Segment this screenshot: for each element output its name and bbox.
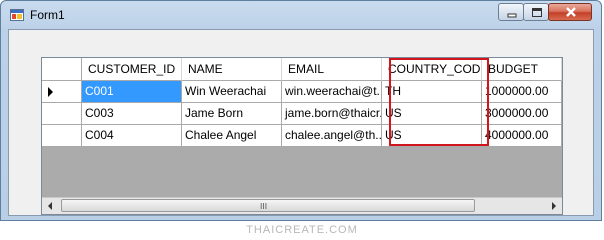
country-code-highlight-box [389, 58, 489, 146]
scrollbar-grip: III [260, 202, 268, 211]
cell-email[interactable]: chalee.angel@th... [282, 125, 382, 147]
scrollbar-thumb[interactable]: III [61, 199, 475, 212]
cell-name[interactable]: Jame Born [182, 103, 282, 125]
data-grid[interactable]: CUSTOMER_ID NAME EMAIL COUNTRY_CODE BUDG… [41, 57, 563, 215]
cell-customer-id[interactable]: C003 [82, 103, 182, 125]
row-header[interactable] [42, 103, 82, 125]
close-icon [566, 7, 576, 17]
grid-corner-header[interactable] [42, 58, 82, 81]
cell-customer-id[interactable]: C001 [82, 81, 182, 103]
scroll-left-icon [48, 202, 52, 210]
current-row-arrow-icon [48, 87, 53, 97]
row-header[interactable] [42, 125, 82, 147]
cell-name[interactable]: Win Weerachai [182, 81, 282, 103]
form-window: Form1 CUSTOMER_ID NAME EMAIL COUNTRY_COD… [0, 0, 602, 221]
cell-budget[interactable]: 4000000.00 [482, 125, 562, 147]
minimize-icon [507, 13, 517, 18]
title-bar[interactable]: Form1 [1, 1, 601, 29]
cell-budget[interactable]: 3000000.00 [482, 103, 562, 125]
form-client-area: CUSTOMER_ID NAME EMAIL COUNTRY_CODE BUDG… [8, 29, 594, 216]
scroll-right-button[interactable] [545, 198, 562, 214]
maximize-icon [532, 8, 542, 17]
watermark-text: THAICREATE.COM [246, 224, 358, 236]
cell-customer-id[interactable]: C004 [82, 125, 182, 147]
column-header-customer-id[interactable]: CUSTOMER_ID [82, 58, 182, 81]
cell-budget[interactable]: 1000000.00 [482, 81, 562, 103]
minimize-button[interactable] [498, 3, 524, 21]
column-header-email[interactable]: EMAIL [282, 58, 382, 81]
cell-name[interactable]: Chalee Angel [182, 125, 282, 147]
row-header-current[interactable] [42, 81, 82, 103]
horizontal-scrollbar[interactable]: III [42, 197, 562, 214]
column-header-name[interactable]: NAME [182, 58, 282, 81]
scroll-right-icon [552, 202, 556, 210]
column-header-budget[interactable]: BUDGET [482, 58, 562, 81]
app-icon [10, 9, 24, 21]
scroll-left-button[interactable] [42, 198, 59, 214]
cell-email[interactable]: jame.born@thaicr... [282, 103, 382, 125]
cell-email[interactable]: win.weerachai@t... [282, 81, 382, 103]
maximize-button[interactable] [523, 3, 549, 21]
window-title: Form1 [30, 8, 65, 22]
close-button[interactable] [548, 3, 592, 21]
